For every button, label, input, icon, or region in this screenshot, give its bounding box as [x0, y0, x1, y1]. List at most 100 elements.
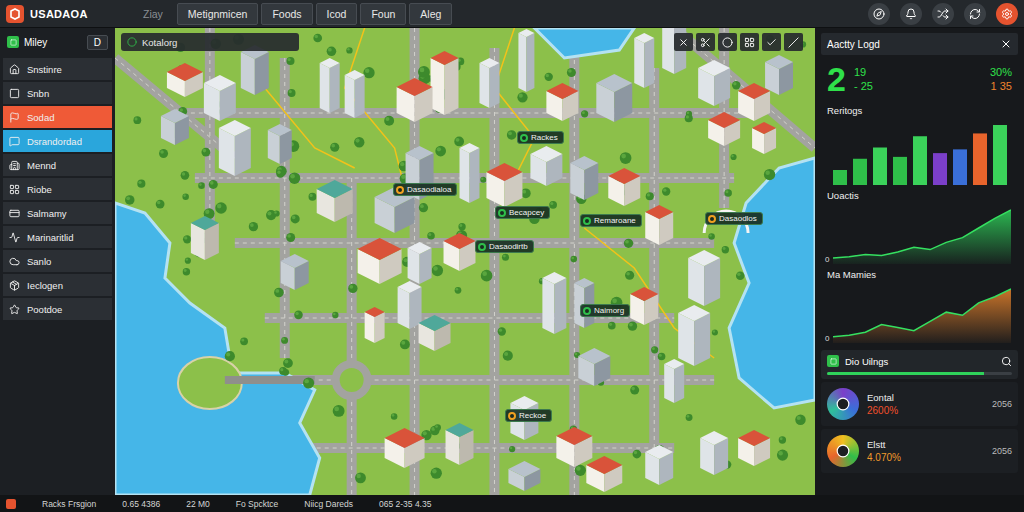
map-control-button[interactable] [696, 33, 715, 51]
building[interactable] [397, 78, 433, 122]
building[interactable] [708, 112, 740, 146]
building[interactable] [167, 63, 203, 97]
sidebar-item[interactable]: Sodad [3, 106, 112, 129]
settings-button[interactable] [996, 3, 1018, 25]
bar[interactable] [873, 148, 887, 186]
building[interactable] [444, 233, 476, 271]
sidebar-item[interactable]: Riobe [3, 178, 112, 201]
building[interactable] [574, 278, 594, 328]
building[interactable] [204, 75, 236, 121]
building[interactable] [241, 45, 269, 95]
sidebar-item[interactable]: Snbn [3, 82, 112, 105]
building[interactable] [688, 250, 720, 306]
bar[interactable] [933, 153, 947, 185]
map-control-button[interactable] [674, 33, 693, 51]
map-control-button[interactable] [718, 33, 737, 51]
bar[interactable] [913, 136, 927, 185]
building[interactable] [385, 428, 425, 468]
building[interactable] [479, 58, 499, 108]
building[interactable] [765, 55, 793, 95]
building[interactable] [191, 216, 219, 260]
map-label[interactable]: Naimorg [580, 304, 630, 317]
building[interactable] [268, 124, 292, 164]
bar[interactable] [993, 125, 1007, 185]
map-label[interactable]: Becapcey [495, 206, 550, 219]
building[interactable] [486, 163, 522, 207]
usage-item[interactable]: Elstt4.070%2056 [821, 429, 1018, 473]
sidebar-item[interactable]: Salmamy [3, 202, 112, 225]
map-canvas[interactable] [115, 28, 815, 495]
building[interactable] [738, 430, 770, 466]
building[interactable] [645, 205, 673, 245]
building[interactable] [630, 287, 658, 325]
tab[interactable]: Metignmicen [177, 3, 259, 25]
building[interactable] [698, 60, 730, 106]
sidebar-item[interactable]: Sanlo [3, 250, 112, 273]
sidebar-item[interactable]: Snstinre [3, 58, 112, 81]
building[interactable] [460, 143, 480, 203]
tab[interactable]: Foun [360, 3, 406, 25]
map-label[interactable]: Dasaodlos [705, 212, 763, 225]
map-search[interactable]: Kotalorg [121, 33, 299, 51]
building[interactable] [530, 146, 562, 186]
bar[interactable] [973, 133, 987, 185]
building[interactable] [738, 83, 770, 121]
tab[interactable]: Ziay [132, 3, 174, 25]
shuffle-button[interactable] [932, 3, 954, 25]
bar[interactable] [893, 157, 907, 185]
building[interactable] [358, 238, 402, 284]
building[interactable] [596, 74, 632, 122]
building[interactable] [446, 423, 474, 465]
tab[interactable]: Icod [316, 3, 358, 25]
sidebar-item[interactable]: Pootdoe [3, 298, 112, 321]
building[interactable] [556, 427, 592, 467]
building[interactable] [546, 83, 578, 121]
refresh-button[interactable] [964, 3, 986, 25]
map-label[interactable]: Rackes [517, 131, 564, 144]
building[interactable] [586, 456, 622, 492]
building[interactable] [645, 445, 673, 485]
building[interactable] [508, 461, 540, 491]
tab[interactable]: Aleg [409, 3, 452, 25]
close-icon[interactable] [1000, 38, 1012, 50]
bar[interactable] [953, 149, 967, 185]
map-control-button[interactable] [784, 33, 803, 51]
building[interactable] [578, 348, 610, 386]
building[interactable] [570, 156, 598, 200]
sidebar-item[interactable]: Mennd [3, 154, 112, 177]
bell-button[interactable] [900, 3, 922, 25]
map-label[interactable]: Dasaodialoa [393, 183, 457, 196]
building[interactable] [419, 315, 451, 351]
building[interactable] [664, 359, 684, 403]
building[interactable] [281, 254, 309, 290]
building[interactable] [700, 431, 728, 475]
sidebar-item[interactable]: Ieclogen [3, 274, 112, 297]
building[interactable] [634, 33, 654, 88]
compass-button[interactable] [868, 3, 890, 25]
building[interactable] [752, 122, 776, 154]
building[interactable] [345, 70, 365, 118]
building[interactable] [398, 281, 422, 329]
building[interactable] [518, 29, 534, 92]
building[interactable] [161, 109, 189, 145]
map-control-button[interactable] [762, 33, 781, 51]
building[interactable] [365, 307, 385, 343]
building[interactable] [408, 242, 432, 284]
sidebar-item[interactable]: Marinaritlid [3, 226, 112, 249]
map-label[interactable]: Remaroane [580, 214, 642, 227]
building[interactable] [678, 305, 710, 366]
search-icon[interactable] [1001, 356, 1012, 367]
bar[interactable] [833, 170, 847, 185]
map-label[interactable]: Dasaodirtb [475, 240, 534, 253]
building[interactable] [431, 51, 459, 115]
map-label[interactable]: Reckoe [505, 409, 552, 422]
bar[interactable] [853, 159, 867, 185]
building[interactable] [542, 272, 566, 334]
building[interactable] [219, 120, 251, 176]
building[interactable] [608, 168, 640, 206]
tab[interactable]: Foods [261, 3, 312, 25]
usage-item[interactable]: Eontal2600%2056 [821, 382, 1018, 426]
map-control-button[interactable] [740, 33, 759, 51]
sidebar-item[interactable]: Dsrandordad [3, 130, 112, 153]
building[interactable] [317, 180, 353, 222]
